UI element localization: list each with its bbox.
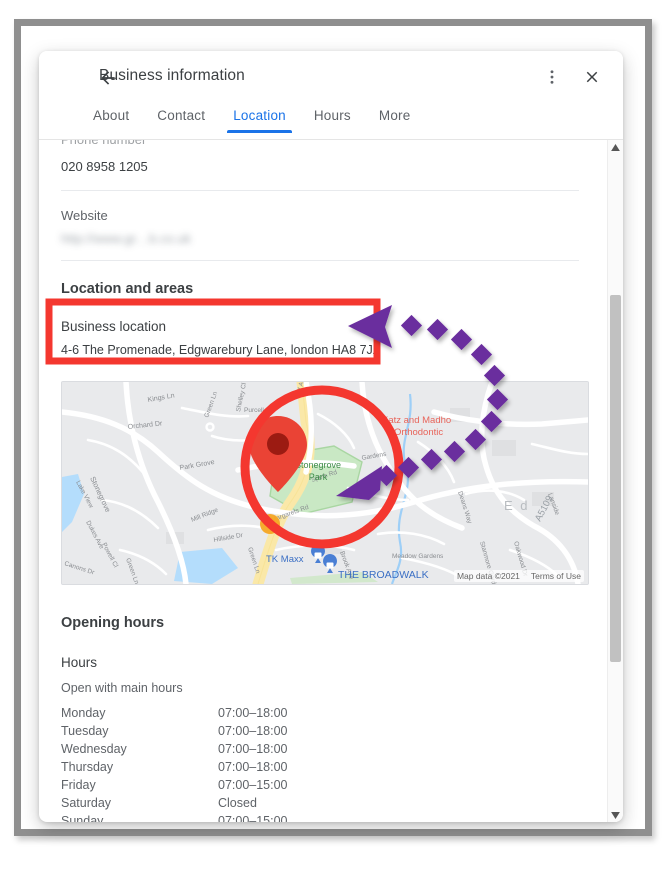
tab-hours[interactable]: Hours xyxy=(300,105,365,133)
vertical-scrollbar[interactable] xyxy=(607,140,623,822)
svg-text:Katz and Madho: Katz and Madho xyxy=(382,415,451,426)
table-row: Wednesday 07:00–18:00 xyxy=(61,740,288,758)
business-location-label: Business location xyxy=(61,319,579,334)
tab-more[interactable]: More xyxy=(365,105,425,133)
svg-text:Stonegrove: Stonegrove xyxy=(295,460,341,470)
day-label: Saturday xyxy=(61,794,218,812)
day-hours: 07:00–18:00 xyxy=(218,758,288,776)
day-label: Monday xyxy=(61,704,218,722)
scroll-down-arrow-icon[interactable] xyxy=(608,808,623,822)
day-hours: 07:00–15:00 xyxy=(218,776,288,794)
day-hours: 07:00–18:00 xyxy=(218,740,288,758)
map-graphic: Kings Ln Orchard Dr Stonegrove Park Grov… xyxy=(62,382,588,584)
website-label: Website xyxy=(61,208,579,223)
tab-location[interactable]: Location xyxy=(219,105,300,133)
opening-hours-title: Opening hours xyxy=(61,615,579,631)
table-row: Sunday 07:00–15:00 xyxy=(61,812,288,822)
phone-number-value: 020 8958 1205 xyxy=(61,159,579,174)
tab-about[interactable]: About xyxy=(79,105,143,133)
phone-number-label: Phone number xyxy=(61,140,146,147)
more-vertical-icon[interactable] xyxy=(539,64,565,90)
business-location-field[interactable]: Business location 4-6 The Promenade, Edg… xyxy=(39,311,601,367)
day-label: Thursday xyxy=(61,758,218,776)
table-row: Thursday 07:00–18:00 xyxy=(61,758,288,776)
table-row: Saturday Closed xyxy=(61,794,288,812)
business-location-value: 4-6 The Promenade, Edgwarebury Lane, lon… xyxy=(61,343,579,357)
day-label: Friday xyxy=(61,776,218,794)
dialog-header: Business information xyxy=(39,51,623,105)
svg-text:THE BROADWALK: THE BROADWALK xyxy=(338,569,429,581)
day-hours: 07:00–18:00 xyxy=(218,704,288,722)
svg-text:E d: E d xyxy=(504,498,530,513)
header-actions xyxy=(539,64,605,90)
scrollbar-thumb[interactable] xyxy=(610,295,621,662)
day-hours: 07:00–18:00 xyxy=(218,722,288,740)
map-preview[interactable]: Kings Ln Orchard Dr Stonegrove Park Grov… xyxy=(61,381,589,585)
map-attribution: Map data ©2021 Terms of Use xyxy=(454,570,584,582)
terms-of-use-link[interactable]: Terms of Use xyxy=(531,571,581,581)
business-information-dialog: Business information xyxy=(39,51,623,822)
day-label: Sunday xyxy=(61,812,218,822)
page-title: Business information xyxy=(99,67,245,85)
svg-text:Orthodontic: Orthodontic xyxy=(394,427,443,438)
divider xyxy=(61,260,579,261)
screenshot-root: G Feedback Business information xyxy=(0,0,671,882)
day-hours: 07:00–15:00 xyxy=(218,812,288,822)
svg-text:Purcell: Purcell xyxy=(244,407,264,414)
table-row: Monday 07:00–18:00 xyxy=(61,704,288,722)
day-label: Wednesday xyxy=(61,740,218,758)
scroll-up-arrow-icon[interactable] xyxy=(608,140,623,155)
svg-text:TK Maxx: TK Maxx xyxy=(266,554,304,565)
hours-note: Open with main hours xyxy=(61,681,579,695)
dialog-title-row: Business information xyxy=(47,51,615,105)
close-icon[interactable] xyxy=(579,64,605,90)
hours-table: Monday 07:00–18:00 Tuesday 07:00–18:00 W… xyxy=(61,704,288,822)
dialog-scroll-area: Phone number 020 8958 1205 Website http:… xyxy=(39,140,623,822)
divider xyxy=(61,190,579,191)
svg-text:Meadow Gardens: Meadow Gardens xyxy=(392,553,444,560)
table-row: Friday 07:00–15:00 xyxy=(61,776,288,794)
location-and-areas-title: Location and areas xyxy=(61,281,579,297)
table-row: Tuesday 07:00–18:00 xyxy=(61,722,288,740)
website-value: http://www.gr…b.co.uk xyxy=(61,231,579,246)
opening-hours-section: Opening hours Hours Open with main hours… xyxy=(39,615,601,822)
day-hours: Closed xyxy=(218,794,288,812)
map-data-label: Map data ©2021 xyxy=(457,571,520,581)
day-label: Tuesday xyxy=(61,722,218,740)
tab-bar: About Contact Location Hours More xyxy=(39,105,623,140)
location-panel: Phone number 020 8958 1205 Website http:… xyxy=(39,140,601,822)
tab-contact[interactable]: Contact xyxy=(143,105,219,133)
hours-subtitle: Hours xyxy=(61,655,579,670)
svg-text:Park: Park xyxy=(309,472,328,482)
